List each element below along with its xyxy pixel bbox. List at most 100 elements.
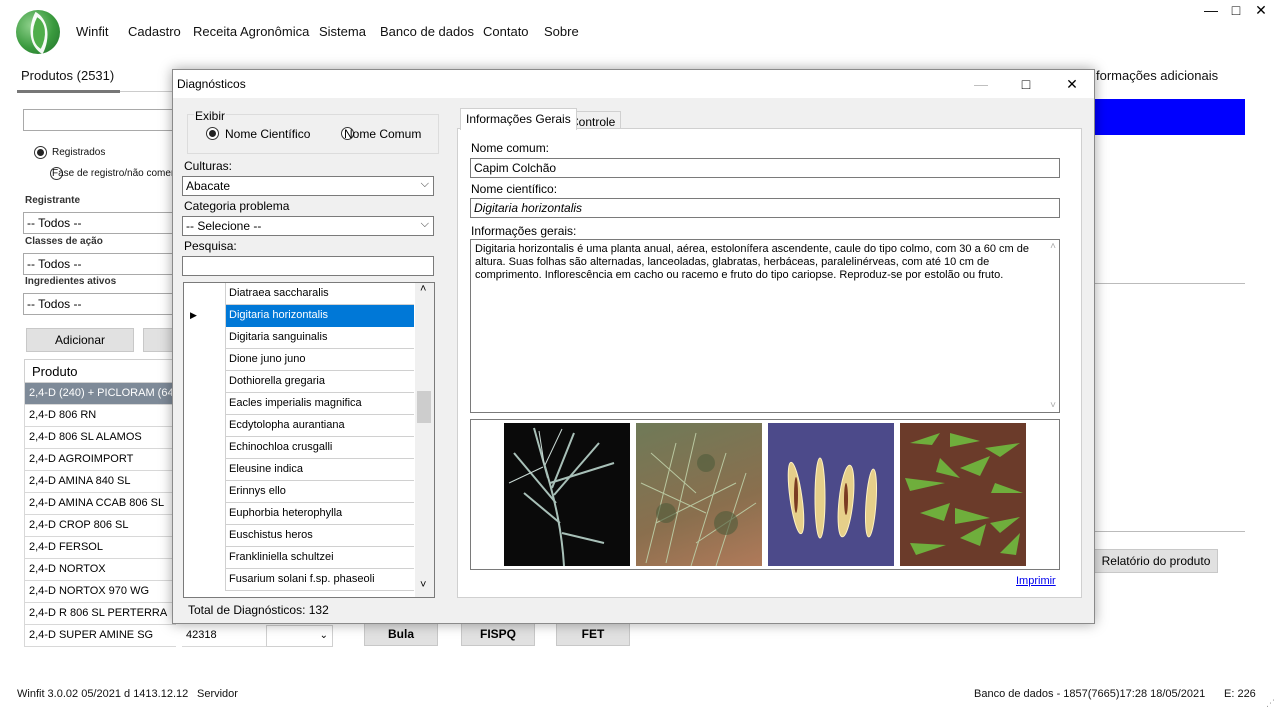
winfit-logo [16,10,60,54]
list-item[interactable]: Eacles imperialis magnifica [184,393,414,415]
scroll-down-icon[interactable]: ˅ [1050,399,1056,412]
list-item[interactable]: Euphorbia heterophylla [184,503,414,525]
resize-grip-icon[interactable]: ⋰ [1266,698,1275,709]
scroll-up-icon[interactable]: ˄ [1050,240,1056,253]
diagnosis-name: Ecdytolopha aurantiana [229,419,345,431]
radio-registrados[interactable] [34,146,47,159]
product-report-button[interactable]: Relatório do produto [1094,549,1218,573]
row-header[interactable] [184,349,226,371]
product-search-input[interactable] [23,109,173,131]
print-link[interactable]: Imprimir [1016,575,1056,587]
list-item[interactable]: Frankliniella schultzei [184,547,414,569]
dialog-close-icon[interactable]: ✕ [1057,74,1087,94]
maximize-icon[interactable]: □ [1226,2,1246,18]
row-header[interactable] [184,503,226,525]
list-item[interactable]: Diatraea saccharalis [184,283,414,305]
table-row[interactable]: 2,4-D AGROIMPORT [24,449,176,471]
list-item[interactable]: Eleusine indica [184,459,414,481]
table-row[interactable]: 2,4-D 806 RN [24,405,176,427]
table-row[interactable]: 2,4-D AMINA CCAB 806 SL [24,493,176,515]
menu-cadastro[interactable]: Cadastro [128,24,181,39]
registrant-select[interactable]: -- Todos -- [23,212,173,234]
product-column-header[interactable]: Produto [24,359,176,383]
cultures-select[interactable]: Abacate ⌵ [182,176,434,196]
seeds-photo[interactable] [768,423,894,566]
diagnosis-name: Dothiorella gregaria [229,375,325,387]
add-button[interactable]: Adicionar [26,328,134,352]
diagnoses-grid[interactable]: Diatraea saccharalis ▶ Digitaria horizont… [183,282,435,598]
table-row[interactable]: 2,4-D NORTOX 970 WG [24,581,176,603]
row-header[interactable] [184,327,226,349]
grid-scrollbar[interactable]: ˄ ˅ [415,283,434,597]
table-row[interactable]: 2,4-D (240) + PICLORAM (64... [24,383,176,405]
table-row[interactable]: 2,4-D R 806 SL PERTERRA [24,603,176,625]
grid-dropdown-cell[interactable]: ⌄ [266,625,333,647]
list-item[interactable]: Digitaria sanguinalis [184,327,414,349]
dialog-minimize-icon[interactable]: — [966,74,996,94]
tab-panel: Nome comum: Capim Colchão Nome científic… [457,128,1082,598]
scroll-up-icon[interactable]: ˄ [420,283,426,295]
row-header[interactable] [184,283,226,305]
category-select[interactable]: -- Selecione -- ⌵ [182,216,434,236]
list-item[interactable]: Echinochloa crusgalli [184,437,414,459]
current-row-arrow-icon: ▶ [190,310,197,320]
common-name-field[interactable]: Capim Colchão [470,158,1060,178]
tab-informacoes-adicionais[interactable]: formações adicionais [1096,68,1218,83]
seedlings-photo[interactable] [900,423,1026,566]
row-header[interactable] [184,525,226,547]
close-icon[interactable]: ✕ [1251,2,1271,19]
fet-button[interactable]: FET [556,622,630,646]
scientific-name-field[interactable]: Digitaria horizontalis [470,198,1060,218]
table-row[interactable]: 2,4-D NORTOX [24,559,176,581]
bula-button[interactable]: Bula [364,622,438,646]
menu-receita-agronomica[interactable]: Receita Agronômica [193,24,309,39]
row-header[interactable] [184,459,226,481]
dialog-maximize-icon[interactable]: □ [1011,74,1041,94]
menu-sistema[interactable]: Sistema [319,24,366,39]
radio-nome-cientifico[interactable] [206,127,219,140]
row-header[interactable] [184,393,226,415]
menu-banco-de-dados[interactable]: Banco de dados [380,24,474,39]
menu-sobre[interactable]: Sobre [544,24,579,39]
table-row[interactable]: 2,4-D CROP 806 SL [24,515,176,537]
row-header[interactable] [184,547,226,569]
diagnosis-name: Diatraea saccharalis [229,287,329,299]
grass-field-photo[interactable] [636,423,762,566]
list-item[interactable]: Fusarium solani f.sp. phaseoli [184,569,414,591]
row-header[interactable] [184,569,226,591]
status-database: Banco de dados - 1857(7665)17:28 18/05/2… [974,688,1206,700]
list-item-selected[interactable]: ▶ Digitaria horizontalis [184,305,414,327]
action-classes-select[interactable]: -- Todos -- [23,253,173,275]
row-header[interactable]: ▶ [184,305,226,327]
minimize-icon[interactable]: — [1201,2,1221,18]
list-item[interactable]: Dione juno juno [184,349,414,371]
fispq-button[interactable]: FISPQ [461,622,535,646]
general-info-textarea[interactable]: Digitaria horizontalis é uma planta anua… [470,239,1060,413]
table-row[interactable]: 2,4-D SUPER AMINE SG [24,625,176,647]
table-row[interactable]: 2,4-D AMINA 840 SL [24,471,176,493]
cultures-value: Abacate [186,179,231,193]
scrollbar-thumb[interactable] [417,391,431,423]
grass-plant-photo[interactable] [504,423,630,566]
secondary-button[interactable] [143,328,173,352]
dialog-title-bar[interactable]: Diagnósticos — □ ✕ [173,70,1094,98]
search-label: Pesquisa: [184,239,237,253]
tab-produtos[interactable]: Produtos (2531) [21,68,114,83]
row-header[interactable] [184,371,226,393]
table-row[interactable]: 2,4-D 806 SL ALAMOS [24,427,176,449]
list-item[interactable]: Erinnys ello [184,481,414,503]
row-header[interactable] [184,481,226,503]
list-item[interactable]: Ecdytolopha aurantiana [184,415,414,437]
menu-contato[interactable]: Contato [483,24,529,39]
list-item[interactable]: Euschistus heros [184,525,414,547]
table-row[interactable]: 2,4-D FERSOL [24,537,176,559]
row-header[interactable] [184,437,226,459]
tab-informacoes-gerais[interactable]: Informações Gerais [460,108,577,130]
active-ingredients-select[interactable]: -- Todos -- [23,293,173,315]
search-input[interactable] [182,256,434,276]
row-header[interactable] [184,415,226,437]
scroll-down-icon[interactable]: ˅ [420,579,426,591]
menu-winfit[interactable]: Winfit [76,24,109,39]
list-item[interactable]: Dothiorella gregaria [184,371,414,393]
diagnosis-name: Digitaria sanguinalis [229,331,328,343]
